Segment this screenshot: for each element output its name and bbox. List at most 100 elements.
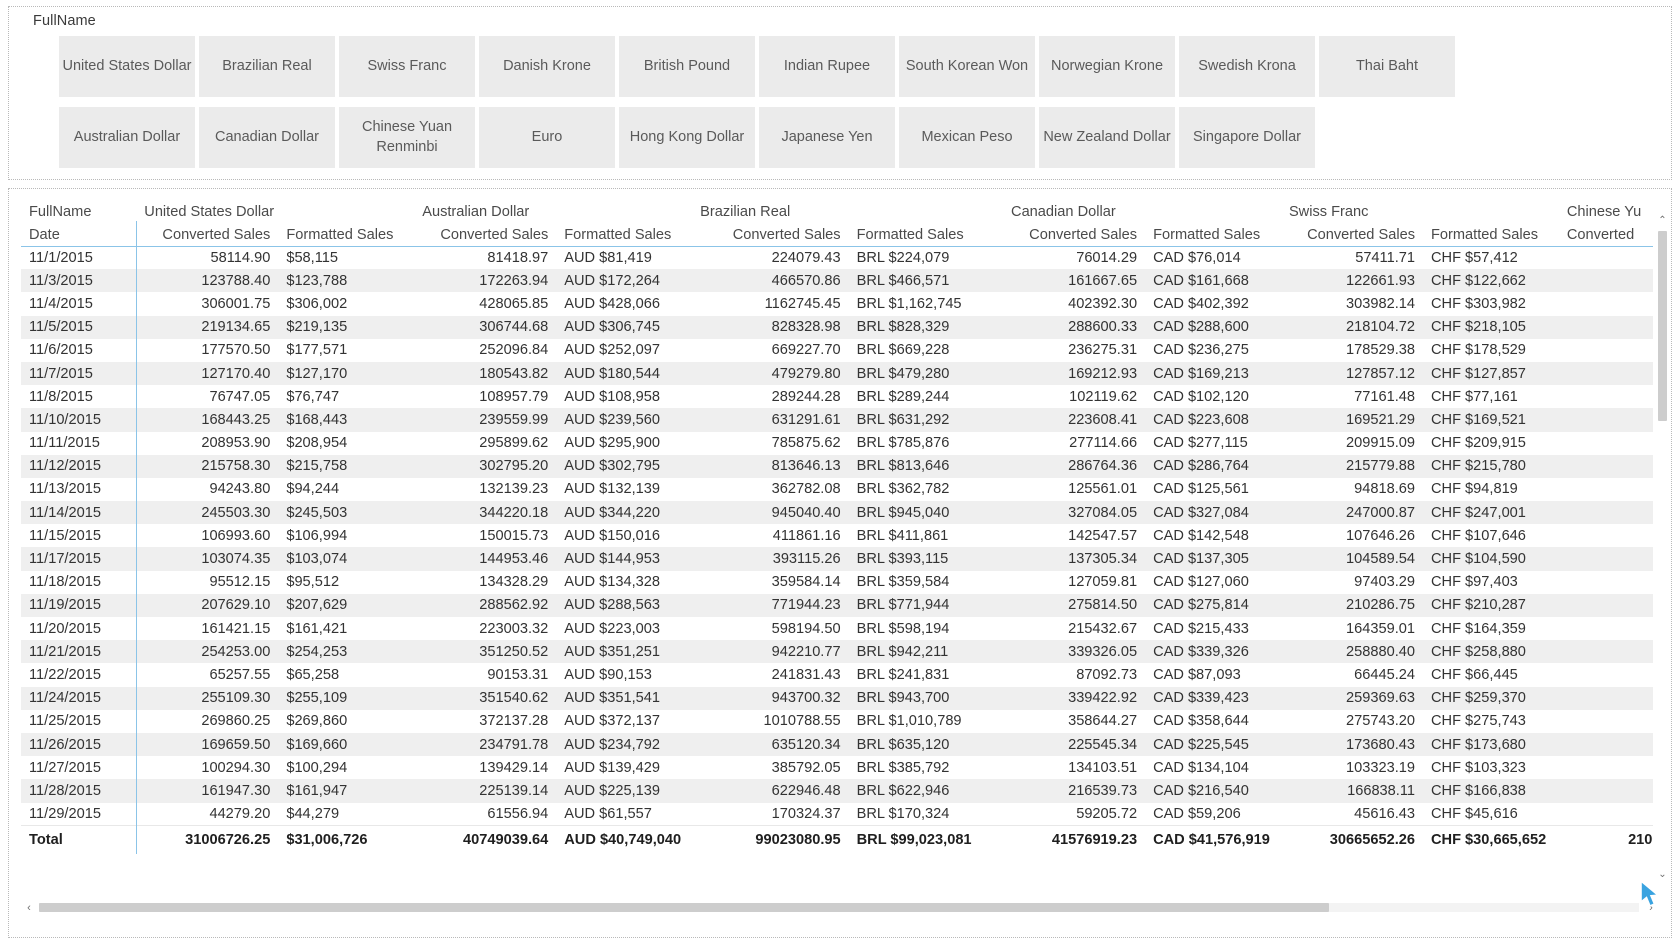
table-row[interactable]: 11/1/2015 58114.90 $58,115 81418.97 AUD $81,… — [21, 246, 1671, 270]
slicer-item-indian-rupee[interactable]: Indian Rupee — [757, 34, 897, 99]
table-row[interactable]: 11/11/2015 208953.90 $208,954 295899.62 AUD … — [21, 431, 1671, 455]
vertical-scroll-thumb[interactable] — [1658, 231, 1667, 421]
horizontal-scroll-thumb[interactable] — [39, 903, 1329, 912]
table-row[interactable]: 11/28/2015 161947.30 $161,947 225139.14 AUD … — [21, 779, 1671, 803]
table-row[interactable]: 11/21/2015 254253.00 $254,253 351250.52 AUD … — [21, 640, 1671, 664]
cell-value: 77161.48 — [1354, 388, 1415, 405]
matrix-scroll-area[interactable]: FullName United States Dollar Australian… — [21, 197, 1671, 937]
slicer-item-chinese-yuan-renminbi[interactable]: Chinese Yuan Renminbi — [337, 105, 477, 170]
slicer-item-canadian-dollar[interactable]: Canadian Dollar — [197, 105, 337, 170]
column-header-cad-formatted-sales[interactable]: Formatted Sales — [1145, 221, 1281, 247]
cell-value: $58,115 — [286, 249, 338, 266]
cell-value: 61556.94 — [487, 805, 549, 822]
cell-value: CAD $277,115 — [1153, 435, 1248, 452]
slicer-item-british-pound[interactable]: British Pound — [617, 34, 757, 99]
column-header-chf-formatted-sales[interactable]: Formatted Sales — [1423, 221, 1559, 247]
cell-value: 177570.50 — [201, 342, 271, 359]
cell-value: AUD $302,795 — [556, 454, 693, 478]
table-row[interactable]: 11/6/2015 177570.50 $177,571 252096.84 AUD $… — [21, 338, 1671, 362]
slicer-item-united-states-dollar[interactable]: United States Dollar — [57, 34, 197, 99]
table-row[interactable]: 11/20/2015 161421.15 $161,421 223003.32 AUD … — [21, 617, 1671, 641]
table-row[interactable]: 11/17/2015 103074.35 $103,074 144953.46 AUD … — [21, 547, 1671, 571]
slicer-item-euro[interactable]: Euro — [477, 105, 617, 170]
cell-value: 288562.92 — [414, 593, 557, 617]
slicer-item-swedish-krona[interactable]: Swedish Krona — [1177, 34, 1317, 99]
cell-value: 81418.97 — [487, 249, 549, 266]
cell-value: AUD $306,745 — [556, 315, 693, 339]
table-row[interactable]: 11/10/2015 168443.25 $168,443 239559.99 AUD … — [21, 408, 1671, 432]
cell-value: CAD $275,814 — [1145, 593, 1281, 617]
table-row[interactable]: 11/27/2015 100294.30 $100,294 139429.14 AUD … — [21, 756, 1671, 780]
slicer-item-brazilian-real[interactable]: Brazilian Real — [197, 34, 337, 99]
slicer-item-new-zealand-dollar[interactable]: New Zealand Dollar — [1037, 105, 1177, 170]
table-row[interactable]: 11/18/2015 95512.15 $95,512 134328.29 AUD $1… — [21, 570, 1671, 594]
table-row[interactable]: 11/3/2015 123788.40 $123,788 172263.94 AUD $… — [21, 269, 1671, 293]
table-row[interactable]: 11/4/2015 306001.75 $306,002 428065.85 AUD $… — [21, 292, 1671, 316]
column-header-brl-formatted-sales[interactable]: Formatted Sales — [848, 221, 1004, 247]
cell-value: $95,512 — [286, 574, 340, 591]
column-header-brl-converted-sales[interactable]: Converted Sales — [692, 221, 849, 247]
slicer-item-thai-baht[interactable]: Thai Baht — [1317, 34, 1457, 99]
cell-value: 223608.41 — [1003, 408, 1146, 432]
slicer-item-singapore-dollar[interactable]: Singapore Dollar — [1177, 105, 1317, 170]
table-row[interactable]: 11/19/2015 207629.10 $207,629 288562.92 AUD … — [21, 593, 1671, 617]
cell-value: BRL $479,280 — [848, 361, 1004, 386]
cell-value: 344220.18 — [414, 501, 557, 525]
table-row[interactable]: 11/14/2015 245503.30 $245,503 344220.18 AUD … — [21, 501, 1671, 525]
table-row[interactable]: 11/25/2015 269860.25 $269,860 372137.28 AUD … — [21, 709, 1671, 733]
cell-value: CHF $303,982 — [1431, 295, 1526, 312]
column-header-aud-formatted-sales[interactable]: Formatted Sales — [556, 221, 693, 247]
slicer-item-hong-kong-dollar[interactable]: Hong Kong Dollar — [617, 105, 757, 170]
cell-value: BRL $1,010,789 — [856, 713, 962, 730]
table-row[interactable]: 11/22/2015 65257.55 $65,258 90153.31 AUD $90… — [21, 663, 1671, 687]
scroll-left-icon[interactable]: ‹ — [21, 900, 37, 915]
cell-date: 11/29/2015 — [21, 802, 137, 826]
total-label: Total — [21, 825, 137, 854]
cell-value: $44,279 — [286, 805, 340, 822]
slicer-item-danish-krone[interactable]: Danish Krone — [477, 34, 617, 99]
slicer-item-japanese-yen[interactable]: Japanese Yen — [757, 105, 897, 170]
table-row[interactable]: 11/7/2015 127170.40 $127,170 180543.82 AUD $… — [21, 361, 1671, 386]
cell-value: CHF $103,323 — [1431, 759, 1526, 776]
slicer-item-australian-dollar[interactable]: Australian Dollar — [57, 105, 197, 170]
scroll-right-icon[interactable]: › — [1643, 900, 1659, 915]
column-header-chf-converted-sales[interactable]: Converted Sales — [1280, 221, 1423, 247]
currency-slicer-visual: FullName United States Dollar Brazilian … — [8, 6, 1672, 180]
cell-value: 255109.30 — [136, 686, 279, 710]
scroll-up-icon[interactable]: ⌃ — [1656, 213, 1669, 227]
cell-value: 327084.05 — [1003, 501, 1146, 525]
table-row[interactable]: 11/29/2015 44279.20 $44,279 61556.94 AUD $61… — [21, 802, 1671, 826]
cell-value: BRL $945,040 — [848, 501, 1004, 525]
table-row[interactable]: 11/8/2015 76747.05 $76,747 108957.79 AUD $10… — [21, 385, 1671, 409]
slicer-item-swiss-franc[interactable]: Swiss Franc — [337, 34, 477, 99]
cell-value: AUD $61,557 — [564, 805, 652, 822]
cell-value: CHF $258,880 — [1423, 640, 1559, 664]
cell-value: $65,258 — [286, 666, 340, 683]
table-row[interactable]: 11/5/2015 219134.65 $219,135 306744.68 AUD $… — [21, 315, 1671, 339]
vertical-scrollbar[interactable]: ⌃ ⌄ — [1656, 213, 1669, 881]
cell-value: AUD $428,066 — [564, 295, 661, 312]
slicer-item-mexican-peso[interactable]: Mexican Peso — [897, 105, 1037, 170]
column-header-date[interactable]: Date — [21, 221, 137, 247]
slicer-item-norwegian-krone[interactable]: Norwegian Krone — [1037, 34, 1177, 99]
cell-value: BRL $362,782 — [856, 481, 950, 498]
cell-date: 11/19/2015 — [21, 593, 137, 617]
scroll-down-icon[interactable]: ⌄ — [1656, 867, 1669, 881]
column-header-cad-converted-sales[interactable]: Converted Sales — [1003, 221, 1146, 247]
table-row[interactable]: 11/15/2015 106993.60 $106,994 150015.73 AUD … — [21, 524, 1671, 548]
horizontal-scrollbar[interactable]: ‹ › — [21, 900, 1653, 915]
table-row[interactable]: 11/13/2015 94243.80 $94,244 132139.23 AUD $1… — [21, 477, 1671, 502]
table-row[interactable]: 11/24/2015 255109.30 $255,109 351540.62 AUD … — [21, 686, 1671, 710]
table-row[interactable]: 11/26/2015 169659.50 $169,660 234791.78 AUD … — [21, 732, 1671, 757]
table-row[interactable]: 11/12/2015 215758.30 $215,758 302795.20 AUD … — [21, 454, 1671, 478]
column-header-usd-converted-sales[interactable]: Converted Sales — [136, 221, 279, 247]
cell-value: AUD $239,560 — [556, 408, 693, 432]
cell-value: $245,503 — [278, 501, 415, 525]
cell-date: 11/10/2015 — [21, 408, 137, 432]
column-header-usd-formatted-sales[interactable]: Formatted Sales — [278, 221, 415, 247]
cell-date: 11/24/2015 — [21, 686, 137, 710]
cell-value: 339422.92 — [1003, 686, 1146, 710]
column-header-aud-converted-sales[interactable]: Converted Sales — [414, 221, 557, 247]
slicer-item-south-korean-won[interactable]: South Korean Won — [897, 34, 1037, 99]
cell-value: BRL $942,211 — [848, 640, 1004, 664]
